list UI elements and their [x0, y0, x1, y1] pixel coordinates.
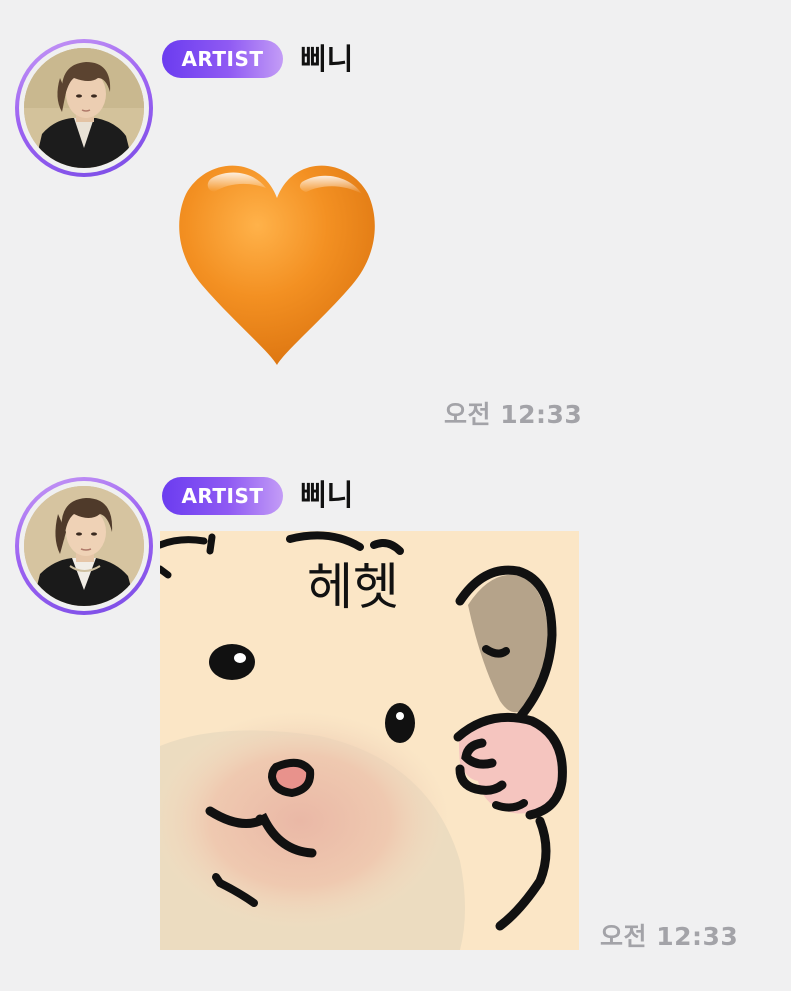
artist-avatar[interactable]: [15, 477, 153, 615]
orange-heart-emoji: [172, 160, 382, 368]
sender-name[interactable]: 삐니: [300, 40, 353, 78]
artist-badge: ARTIST: [162, 477, 283, 515]
person-portrait-icon: [24, 48, 144, 168]
sender-name[interactable]: 삐니: [300, 476, 353, 514]
avatar-frame: [19, 481, 149, 611]
orange-heart-icon: [179, 165, 375, 365]
artist-badge: ARTIST: [162, 40, 283, 78]
message-timestamp: 오전 12:33: [600, 922, 739, 951]
person-portrait-icon: [24, 486, 144, 606]
artist-avatar[interactable]: [15, 39, 153, 177]
hamster-sticker[interactable]: 헤헷: [160, 531, 579, 950]
message-timestamp: 오전 12:33: [444, 400, 583, 429]
avatar-photo: [24, 486, 144, 606]
avatar-frame: [19, 43, 149, 173]
avatar-photo: [24, 48, 144, 168]
chat-message-1: ARTIST 삐니 오전 12:33: [0, 0, 791, 440]
sticker-caption: 헤헷: [307, 558, 399, 616]
